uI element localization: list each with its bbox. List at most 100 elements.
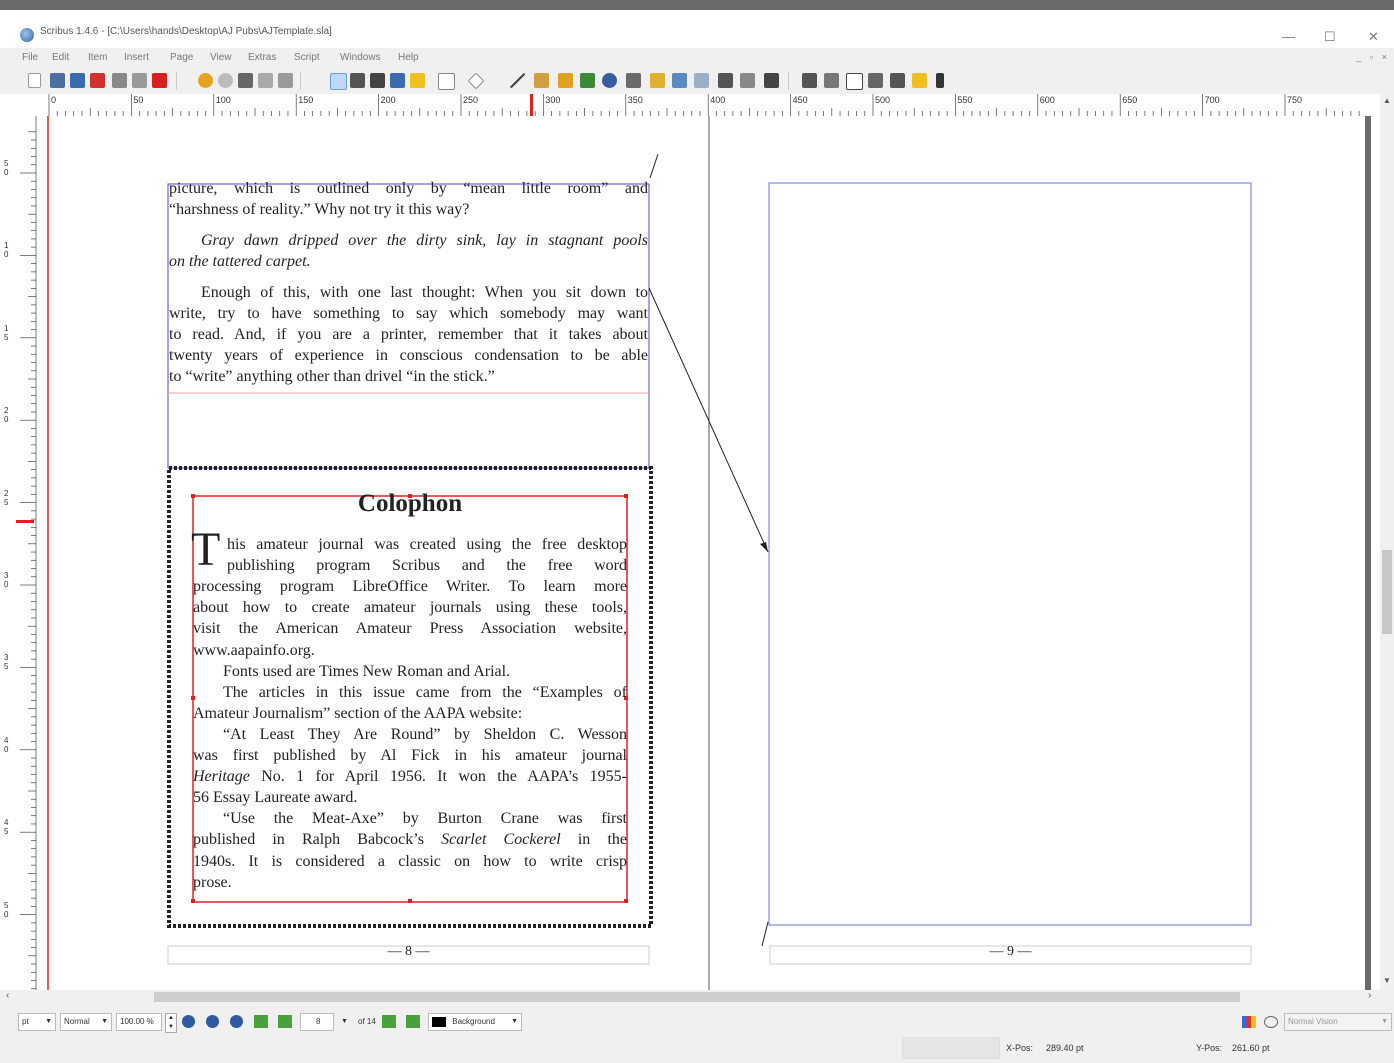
preflight-icon[interactable] <box>132 73 147 88</box>
menu-extras[interactable]: Extras <box>248 52 276 63</box>
shape-icon[interactable] <box>438 73 455 90</box>
close-document-icon[interactable] <box>90 73 105 88</box>
bezier-icon[interactable] <box>534 73 549 88</box>
mode-select[interactable]: Normal ▼ <box>60 1013 112 1031</box>
image-frame-icon[interactable] <box>370 73 385 88</box>
text-line: picture, which is outlined only by “mean… <box>169 180 648 197</box>
redo-icon[interactable] <box>218 73 233 88</box>
eyedropper-icon[interactable] <box>764 73 779 88</box>
edit-contents-icon[interactable] <box>626 73 641 88</box>
link-frames-icon[interactable] <box>672 73 687 88</box>
ruler-label: 650 <box>1122 95 1138 105</box>
menu-page[interactable]: Page <box>170 52 193 63</box>
menu-insert[interactable]: Insert <box>124 52 149 63</box>
horizontal-scroll-thumb[interactable] <box>154 992 1240 1002</box>
open-icon[interactable] <box>50 73 65 88</box>
ruler-label: 100 <box>215 95 231 105</box>
mode-value: Normal <box>64 1017 90 1026</box>
color-management-icon[interactable] <box>1242 1016 1256 1028</box>
scroll-right-icon[interactable]: › <box>1368 990 1371 1001</box>
scroll-down-icon[interactable]: ▼ <box>1383 976 1391 985</box>
link-annotation-icon[interactable] <box>936 73 944 88</box>
horizontal-scrollbar[interactable]: ‹ › <box>0 990 1394 1004</box>
undo-icon[interactable] <box>198 73 213 88</box>
ruler-label: 550 <box>957 95 973 105</box>
save-icon[interactable] <box>70 73 85 88</box>
zoom-out-icon[interactable] <box>182 1015 195 1028</box>
new-document-icon[interactable] <box>28 73 41 88</box>
menu-windows[interactable]: Windows <box>340 52 381 63</box>
polygon-icon[interactable] <box>467 72 485 90</box>
scribus-logo-icon <box>20 28 34 42</box>
export-pdf-icon[interactable] <box>152 73 167 88</box>
page-select-dropdown[interactable]: ▼ <box>338 1013 354 1031</box>
menu-item[interactable]: Item <box>88 52 107 63</box>
menu-edit[interactable]: Edit <box>52 52 69 63</box>
cut-icon[interactable] <box>238 73 253 88</box>
line-icon[interactable] <box>510 73 525 88</box>
vision-select[interactable]: Normal Vision ▼ <box>1284 1013 1392 1031</box>
text-line: 1940s. It is considered a classic on how… <box>193 852 627 870</box>
pdf-checkbox-icon[interactable] <box>846 73 863 90</box>
close-button[interactable]: ✕ <box>1368 30 1379 44</box>
previous-page-icon[interactable] <box>278 1015 292 1028</box>
page-number-input[interactable]: 8 <box>300 1013 334 1031</box>
pdf-button-icon[interactable] <box>802 73 817 88</box>
text-frame-icon[interactable] <box>350 73 365 88</box>
document-canvas[interactable]: picture, which is outlined only by “mean… <box>46 116 1380 990</box>
xpos-value: 289.40 pt <box>1046 1043 1084 1053</box>
zoom-input[interactable]: 100.00 % <box>116 1013 162 1031</box>
copy-properties-icon[interactable] <box>740 73 755 88</box>
freehand-icon[interactable] <box>558 73 573 88</box>
ruler-label: 600 <box>1039 95 1055 105</box>
pdf-combobox-icon[interactable] <box>868 73 883 88</box>
menu-view[interactable]: View <box>210 52 232 63</box>
layer-select[interactable]: Background ▼ <box>428 1013 522 1031</box>
pdf-listbox-icon[interactable] <box>890 73 905 88</box>
text-line: Gray dawn dripped over the dirty sink, l… <box>201 232 648 249</box>
selection-handle <box>191 696 195 700</box>
first-page-icon[interactable] <box>254 1015 268 1028</box>
next-page-icon[interactable] <box>382 1015 396 1028</box>
zoom-in-icon[interactable] <box>230 1015 243 1028</box>
preview-eye-icon[interactable] <box>1264 1016 1278 1028</box>
zoom-100-icon[interactable] <box>206 1015 219 1028</box>
zoom-stepper-icon[interactable]: ▲ ▼ <box>165 1013 177 1033</box>
render-frame-icon[interactable] <box>390 73 405 88</box>
menu-help[interactable]: Help <box>398 52 419 63</box>
text-line: his amateur journal was created using th… <box>227 536 627 553</box>
edit-text-icon[interactable] <box>650 73 665 88</box>
maximize-button[interactable]: ☐ <box>1324 30 1336 44</box>
table-icon[interactable] <box>410 73 425 88</box>
unit-select[interactable]: pt ▼ <box>18 1013 56 1031</box>
print-icon[interactable] <box>112 73 127 88</box>
ruler-label: 450 <box>792 95 808 105</box>
text-line: processing program LibreOffice Writer. T… <box>193 578 627 596</box>
scroll-left-icon[interactable]: ‹ <box>6 990 9 1001</box>
text-annotation-icon[interactable] <box>912 73 927 88</box>
horizontal-ruler[interactable]: 0 50 100 150 200 250 300 350 400 450 500 550 600 650 7… <box>0 94 1394 117</box>
paste-icon[interactable] <box>278 73 293 88</box>
document-window-buttons[interactable]: _ ▫ × <box>1357 52 1390 62</box>
menu-script[interactable]: Script <box>294 52 320 63</box>
page-total: of 14 <box>358 1017 376 1026</box>
select-tool-icon[interactable] <box>330 73 347 90</box>
vertical-ruler[interactable]: 5 0 1 0 1 5 2 0 2 5 3 0 3 5 4 0 4 5 5 0 <box>0 116 46 990</box>
minimize-button[interactable]: — <box>1282 30 1295 44</box>
unlink-frames-icon[interactable] <box>694 73 709 88</box>
ruler-label: 1 5 <box>4 323 9 342</box>
scroll-up-icon[interactable]: ▲ <box>1383 96 1391 105</box>
page-number-left: — 8 — <box>387 944 430 959</box>
ruler-label: 750 <box>1287 95 1303 105</box>
text-line: was first published by Al Fick in his am… <box>193 747 627 764</box>
last-page-icon[interactable] <box>406 1015 420 1028</box>
pdf-textfield-icon[interactable] <box>824 73 839 88</box>
menu-file[interactable]: File <box>22 52 38 63</box>
vertical-scroll-thumb[interactable] <box>1382 550 1392 634</box>
zoom-icon[interactable] <box>602 73 617 88</box>
rotate-icon[interactable] <box>580 73 595 88</box>
measure-icon[interactable] <box>718 73 733 88</box>
vertical-scrollbar[interactable]: ▲ ▼ <box>1380 94 1394 990</box>
text-line: Fonts used are Times New Roman and Arial… <box>223 662 511 680</box>
copy-icon[interactable] <box>258 73 273 88</box>
